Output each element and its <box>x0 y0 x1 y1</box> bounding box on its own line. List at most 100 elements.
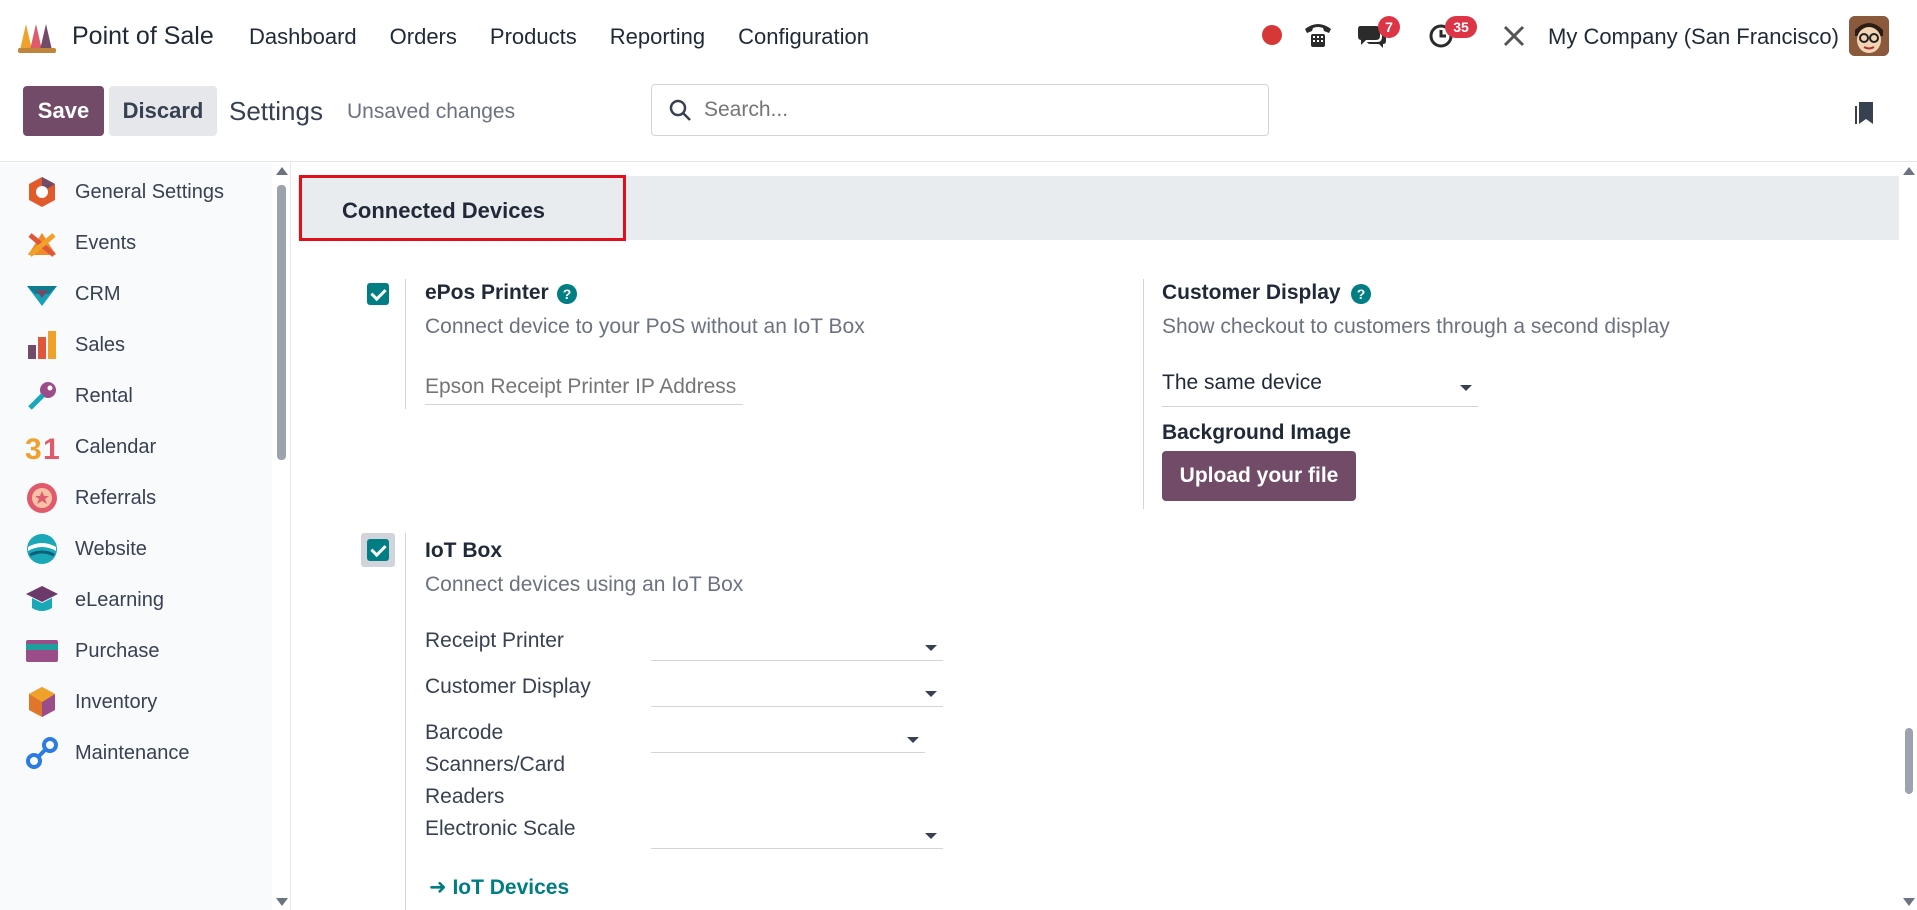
customer-display-selected-value: The same device <box>1162 371 1322 394</box>
barcode-scanners-select[interactable] <box>651 721 925 753</box>
search-input[interactable] <box>704 98 1244 122</box>
sidebar-item-inventory[interactable]: Inventory <box>0 677 272 727</box>
sidebar-item-referrals[interactable]: Referrals <box>0 473 272 523</box>
settings-sidebar: General Settings Events CRM Sales Rental… <box>0 163 272 910</box>
main-menu: Dashboard Orders Products Reporting Conf… <box>249 24 869 50</box>
epos-printer-checkbox[interactable] <box>367 283 389 305</box>
sidebar-item-elearning[interactable]: eLearning <box>0 575 272 625</box>
user-avatar-icon <box>1849 16 1889 56</box>
sidebar-label: Maintenance <box>75 741 190 764</box>
customer-display-description: Show checkout to customers through a sec… <box>1162 315 1670 338</box>
iot-devices-link-label: IoT Devices <box>452 876 570 899</box>
scroll-up-arrow-icon[interactable] <box>276 167 288 175</box>
recording-indicator-icon[interactable] <box>1262 25 1282 45</box>
iot-customer-display-select[interactable] <box>651 675 943 707</box>
menu-dashboard[interactable]: Dashboard <box>249 24 357 50</box>
customer-display-select[interactable]: The same device <box>1162 371 1478 407</box>
sidebar-label: CRM <box>75 282 121 305</box>
sidebar-label: Website <box>75 537 147 560</box>
epos-printer-description: Connect device to your PoS without an Io… <box>425 315 865 338</box>
phone-icon[interactable] <box>1303 21 1333 49</box>
debug-tools-icon[interactable] <box>1502 24 1526 48</box>
customer-display-help-icon[interactable]: ? <box>1351 284 1371 304</box>
iot-box-divider <box>405 533 406 910</box>
point-of-sale-logo-icon[interactable] <box>18 20 60 54</box>
chevron-down-icon <box>1460 385 1472 391</box>
sidebar-scroll-thumb[interactable] <box>277 185 286 460</box>
highlight-annotation-box <box>299 175 626 241</box>
events-icon <box>28 233 56 257</box>
background-image-label: Background Image <box>1162 421 1352 444</box>
elearning-icon <box>26 586 58 611</box>
sidebar-label: Referrals <box>75 486 157 509</box>
menu-products[interactable]: Products <box>490 24 577 50</box>
user-avatar[interactable] <box>1849 16 1889 56</box>
menu-reporting[interactable]: Reporting <box>610 24 705 50</box>
sidebar-label: Inventory <box>75 690 158 713</box>
iot-devices-link[interactable]: ➜ IoT Devices <box>429 875 569 900</box>
discard-button[interactable]: Discard <box>109 86 217 136</box>
iot-box-title: IoT Box <box>425 539 502 562</box>
barcode-scanners-label: Barcode Scanners/Card Readers <box>425 721 566 808</box>
sidebar-item-website[interactable]: Website <box>0 524 272 574</box>
messages-badge: 7 <box>1378 16 1400 38</box>
content-scroll-up-arrow-icon[interactable] <box>1903 167 1915 175</box>
control-panel: Save Discard Settings Unsaved changes <box>0 74 1917 162</box>
electronic-scale-select[interactable] <box>651 817 943 849</box>
upload-file-button[interactable]: Upload your file <box>1162 451 1356 501</box>
menu-orders[interactable]: Orders <box>390 24 457 50</box>
epos-printer-title: ePos Printer <box>425 281 549 304</box>
sidebar-label: Sales <box>75 333 126 356</box>
content-scroll-down-arrow-icon[interactable] <box>1903 898 1915 906</box>
rental-icon <box>28 382 56 410</box>
purchase-icon <box>26 640 58 662</box>
sidebar-item-crm[interactable]: CRM <box>0 269 272 319</box>
epos-help-icon[interactable]: ? <box>557 284 577 304</box>
chevron-down-icon <box>907 737 919 743</box>
epos-divider <box>405 279 406 409</box>
activities-badge: 35 <box>1445 16 1477 38</box>
chevron-down-icon <box>925 691 937 697</box>
customer-display-title: Customer Display <box>1162 281 1341 304</box>
top-navbar: Point of Sale Dashboard Orders Products … <box>0 0 1917 74</box>
svg-text:1: 1 <box>43 433 60 465</box>
sidebar-label: Events <box>75 231 137 254</box>
settings-content: Connected Devices ePos Printer ? Connect… <box>291 163 1899 910</box>
sidebar-item-sales[interactable]: Sales <box>0 320 272 370</box>
electronic-scale-label: Electronic Scale <box>425 817 576 840</box>
sidebar-item-maintenance[interactable]: Maintenance <box>0 728 272 778</box>
sales-icon <box>28 331 56 359</box>
sidebar-item-events[interactable]: Events <box>0 218 272 268</box>
sidebar-label: Purchase <box>75 639 160 662</box>
bookmark-icon[interactable] <box>1853 100 1877 126</box>
referrals-icon <box>27 483 57 513</box>
scroll-down-arrow-icon[interactable] <box>276 898 288 906</box>
sidebar-item-calendar[interactable]: 3 1 Calendar <box>0 422 272 472</box>
sidebar-item-purchase[interactable]: Purchase <box>0 626 272 676</box>
iot-box-checkbox[interactable] <box>367 539 389 561</box>
search-bar[interactable] <box>651 84 1269 136</box>
receipt-printer-label: Receipt Printer <box>425 629 564 652</box>
epson-printer-ip-input[interactable] <box>425 369 743 405</box>
website-icon <box>27 534 57 564</box>
menu-configuration[interactable]: Configuration <box>738 24 869 50</box>
svg-text:3: 3 <box>25 433 42 465</box>
sidebar-scrollbar[interactable] <box>272 163 290 910</box>
receipt-printer-select[interactable] <box>651 629 943 661</box>
customer-display-divider <box>1143 279 1144 509</box>
save-button[interactable]: Save <box>23 86 104 136</box>
content-scroll-thumb[interactable] <box>1905 728 1913 794</box>
search-icon <box>669 99 691 121</box>
breadcrumb-settings: Settings <box>229 96 323 126</box>
sidebar-label: Calendar <box>75 435 157 458</box>
company-switcher[interactable]: My Company (San Francisco) <box>1548 24 1839 50</box>
iot-box-description: Connect devices using an IoT Box <box>425 573 744 596</box>
sidebar-item-rental[interactable]: Rental <box>0 371 272 421</box>
app-name[interactable]: Point of Sale <box>72 22 214 51</box>
iot-customer-display-label: Customer Display <box>425 675 591 698</box>
sidebar-item-general-settings[interactable]: General Settings <box>0 167 272 217</box>
content-scrollbar[interactable] <box>1899 163 1917 910</box>
sidebar-label: Rental <box>75 384 133 407</box>
unsaved-changes-status: Unsaved changes <box>347 100 516 123</box>
general-settings-icon <box>29 177 55 207</box>
